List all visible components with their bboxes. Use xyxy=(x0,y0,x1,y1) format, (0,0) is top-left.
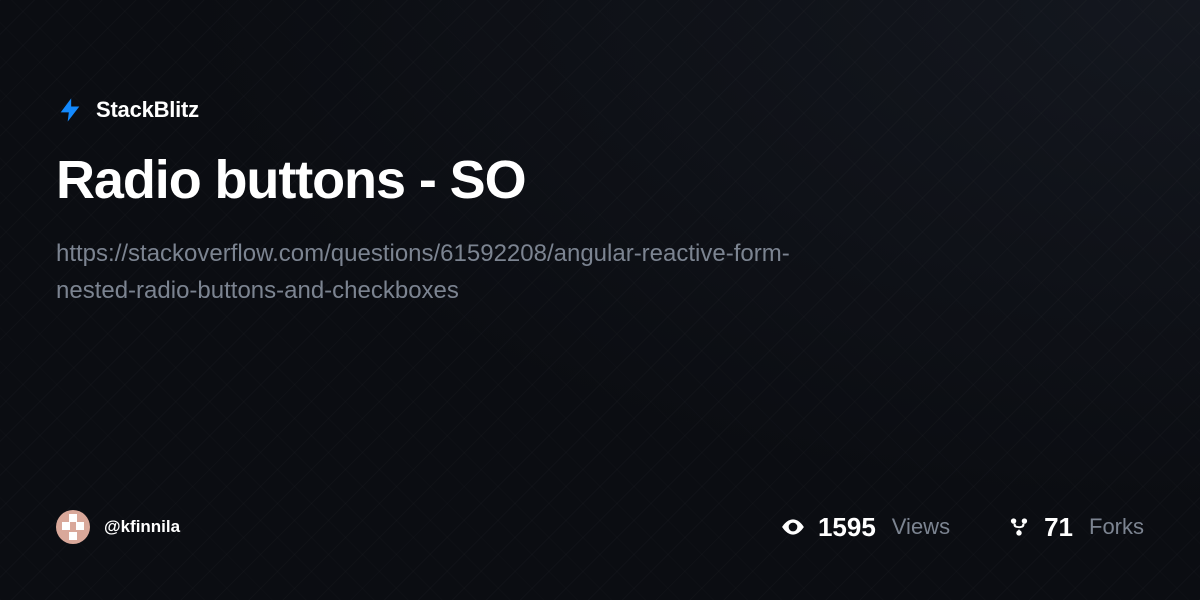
lightning-icon xyxy=(56,96,84,124)
views-label: Views xyxy=(892,514,950,540)
forks-stat: 71 Forks xyxy=(1006,512,1144,543)
forks-label: Forks xyxy=(1089,514,1144,540)
views-count: 1595 xyxy=(818,512,876,543)
author-handle: @kfinnila xyxy=(104,517,180,537)
views-stat: 1595 Views xyxy=(780,512,950,543)
stats-row: 1595 Views 71 Forks xyxy=(780,512,1144,543)
forks-count: 71 xyxy=(1044,512,1073,543)
brand-row: StackBlitz xyxy=(56,96,1144,124)
eye-icon xyxy=(780,514,806,540)
avatar xyxy=(56,510,90,544)
brand-name: StackBlitz xyxy=(96,97,199,123)
project-description: https://stackoverflow.com/questions/6159… xyxy=(56,235,816,309)
project-title: Radio buttons - SO xyxy=(56,152,1144,209)
fork-icon xyxy=(1006,514,1032,540)
author-row[interactable]: @kfinnila xyxy=(56,510,180,544)
